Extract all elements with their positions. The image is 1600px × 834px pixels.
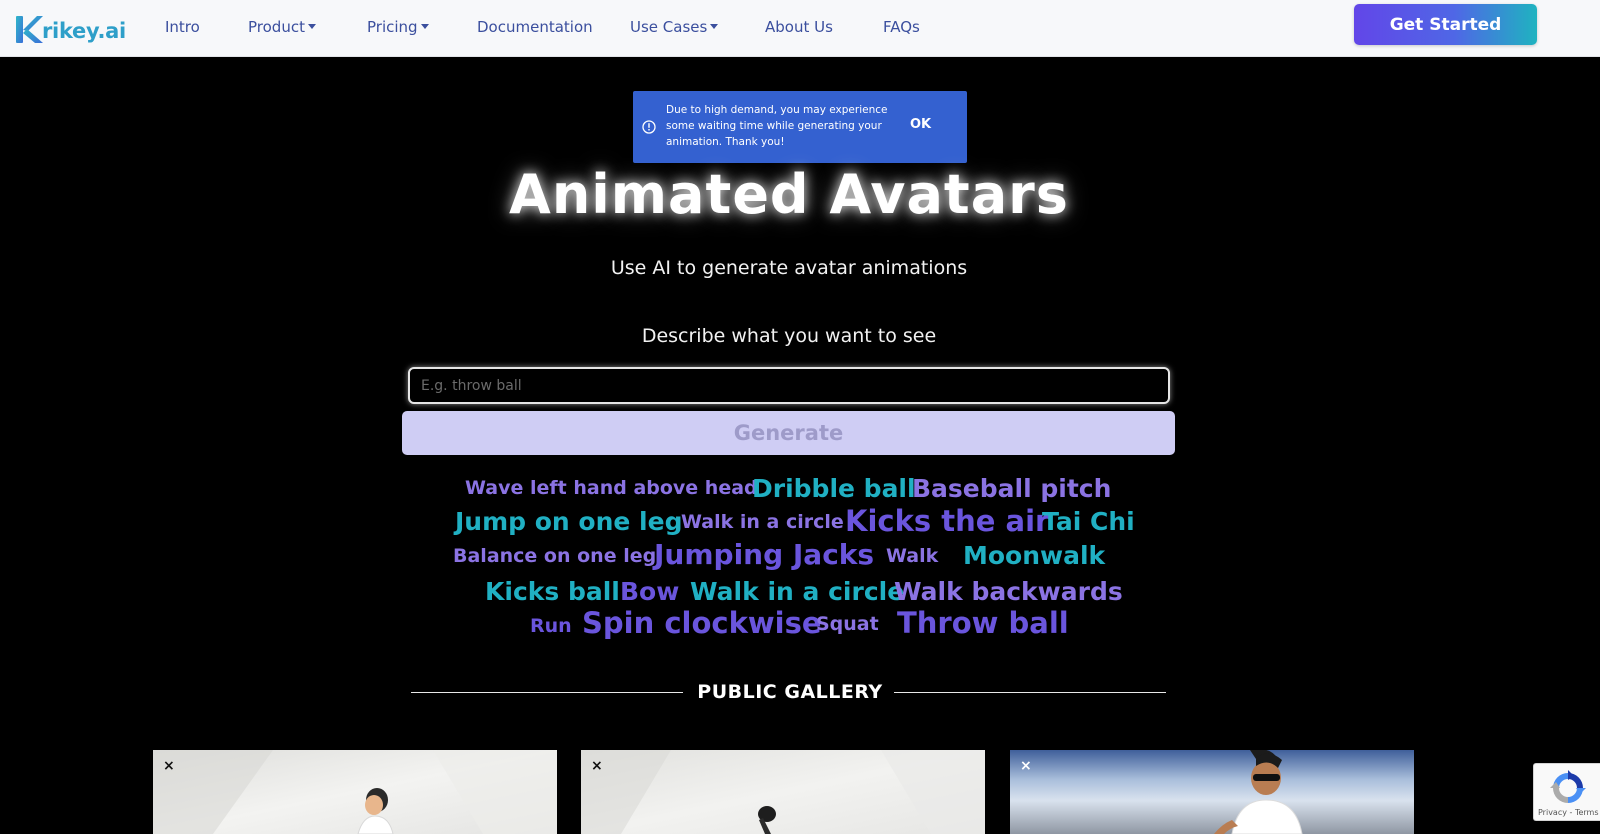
close-icon[interactable]: ×: [163, 758, 175, 774]
nav-faqs-label: FAQs: [883, 18, 920, 36]
alert-ok-button[interactable]: OK: [910, 117, 931, 132]
caret-down-icon: [420, 24, 429, 29]
suggestion-chip[interactable]: Tai Chi: [1042, 509, 1135, 534]
suggestion-chip[interactable]: Walk in a circle: [690, 579, 904, 604]
suggestion-chip[interactable]: Jump on one leg: [455, 509, 682, 534]
avatar-animation-preview: [153, 750, 557, 834]
suggestion-chip[interactable]: Throw ball: [897, 609, 1069, 638]
gallery-title: PUBLIC GALLERY: [697, 681, 883, 703]
nav-faqs[interactable]: FAQs: [883, 18, 920, 36]
suggestion-chip[interactable]: Walk: [886, 547, 938, 566]
nav-use-cases[interactable]: Use Cases: [630, 18, 719, 36]
info-icon: [642, 120, 656, 134]
nav-documentation[interactable]: Documentation: [477, 18, 593, 36]
gallery-card[interactable]: ×: [153, 750, 557, 834]
suggestion-chip[interactable]: Walk backwards: [894, 579, 1123, 604]
suggestion-chip[interactable]: Squat: [816, 615, 879, 634]
generate-button[interactable]: Generate: [402, 411, 1175, 455]
avatar-animation-preview: [1010, 750, 1414, 834]
suggestion-chip[interactable]: Jumping Jacks: [654, 541, 874, 569]
alert-message: Due to high demand, you may experience s…: [666, 104, 888, 148]
avatar-animation-preview: [581, 750, 985, 834]
nav-product[interactable]: Product: [248, 18, 316, 36]
nav-use-cases-label: Use Cases: [630, 18, 708, 36]
logo-text: rikey.ai: [42, 19, 126, 43]
high-demand-alert: Due to high demand, you may experience s…: [633, 91, 967, 163]
nav-product-label: Product: [248, 18, 305, 36]
nav-pricing-label: Pricing: [367, 18, 418, 36]
suggestion-chip[interactable]: Moonwalk: [963, 543, 1105, 568]
suggestion-chip[interactable]: Bow: [620, 579, 679, 604]
nav-intro-label: Intro: [165, 18, 200, 36]
nav-about-us-label: About Us: [765, 18, 833, 36]
suggestion-chip[interactable]: Walk in a circle: [681, 513, 844, 532]
caret-down-icon: [307, 24, 316, 29]
nav-documentation-label: Documentation: [477, 18, 593, 36]
logo-k-icon: [16, 16, 43, 43]
gallery-card[interactable]: ×: [581, 750, 985, 834]
prompt-input[interactable]: [408, 367, 1170, 404]
page-subtitle: Use AI to generate avatar animations: [610, 257, 968, 279]
gallery-divider-right: [894, 692, 1166, 693]
gallery-card[interactable]: ×: [1010, 750, 1414, 834]
suggestion-chip[interactable]: Baseball pitch: [912, 476, 1111, 501]
nav-intro[interactable]: Intro: [165, 18, 200, 36]
krikey-logo[interactable]: rikey.ai: [15, 14, 126, 44]
suggestion-chip[interactable]: Kicks the air: [845, 507, 1049, 536]
prompt-label: Describe what you want to see: [641, 325, 937, 347]
top-navbar: rikey.ai Intro Product Pricing Documenta…: [0, 0, 1600, 57]
nav-about-us[interactable]: About Us: [765, 18, 833, 36]
close-icon[interactable]: ×: [1020, 758, 1032, 774]
page-title: Animated Avatars: [509, 163, 1069, 226]
recaptcha-badge[interactable]: Privacy - Terms: [1533, 763, 1600, 821]
caret-down-icon: [710, 24, 719, 29]
suggestion-chip[interactable]: Wave left hand above head: [465, 479, 758, 498]
recaptcha-links[interactable]: Privacy - Terms: [1538, 808, 1599, 817]
close-icon[interactable]: ×: [591, 758, 603, 774]
suggestion-chip[interactable]: Balance on one leg: [453, 547, 656, 566]
suggestion-chip[interactable]: Kicks ball: [485, 579, 620, 604]
nav-pricing[interactable]: Pricing: [367, 18, 429, 36]
gallery-divider-left: [411, 692, 683, 693]
suggestion-chip[interactable]: Dribble ball: [752, 476, 916, 501]
recaptcha-icon: [1550, 770, 1586, 803]
suggestion-chip[interactable]: Run: [530, 617, 572, 636]
get-started-button[interactable]: Get Started: [1354, 4, 1537, 45]
suggestion-chip[interactable]: Spin clockwise: [582, 609, 822, 638]
